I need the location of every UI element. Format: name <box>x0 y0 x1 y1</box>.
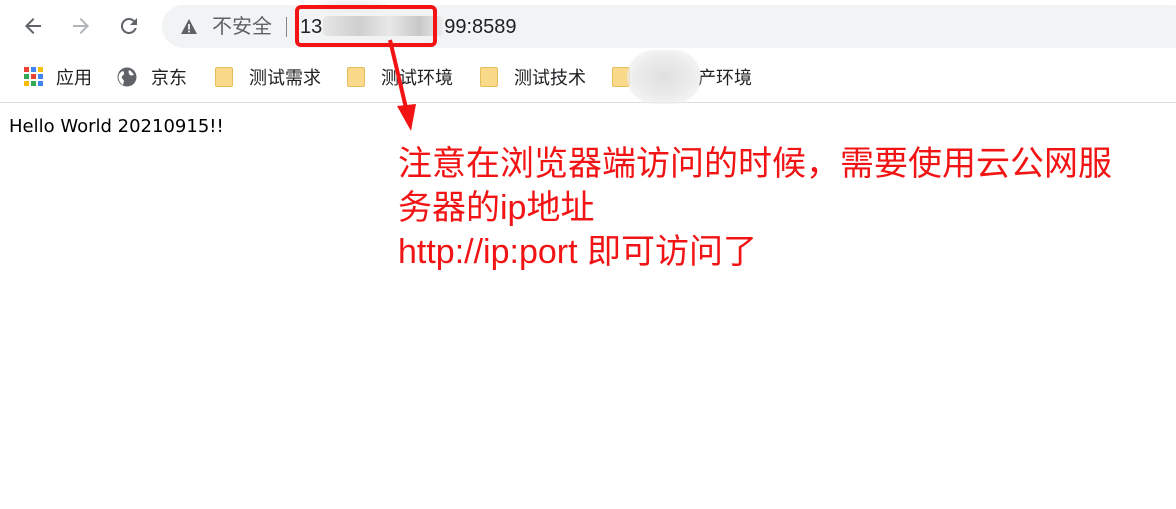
page-content-text: Hello World 20210915!! <box>9 116 224 137</box>
arrow-left-icon <box>25 18 41 34</box>
warning-icon <box>181 19 197 34</box>
url-suffix: 99:8589 <box>444 16 517 38</box>
bookmark-label: 京东 <box>151 68 187 88</box>
folder-icon <box>215 67 233 87</box>
back-button[interactable] <box>16 9 50 43</box>
redaction-blur <box>627 50 701 104</box>
bookmark-label: 测试环境 <box>381 68 453 88</box>
bookmark-test-environment[interactable]: 测试环境 <box>347 64 453 90</box>
bookmark-jd[interactable]: 京东 <box>117 64 187 90</box>
bookmark-label: 测试技术 <box>514 68 586 88</box>
bookmarks-bar: 应用 京东 测试需求 测试环境 测试技术 产环境 <box>0 54 1176 103</box>
annotation-line-3: http://ip:port 即可访问了 <box>398 233 757 271</box>
omnibox-separator <box>286 17 287 37</box>
reload-button[interactable] <box>112 9 146 43</box>
bookmark-label: 应用 <box>56 68 92 88</box>
browser-toolbar: 不安全 13 99:8589 <box>0 0 1176 54</box>
apps-grid-icon <box>24 67 44 87</box>
annotation-line-2: 务器的ip地址 <box>398 189 595 227</box>
annotation-callout: 注意在浏览器端访问的时候，需要使用云公网服 务器的ip地址 http://ip:… <box>398 142 1176 274</box>
url-highlight-box <box>295 5 437 47</box>
folder-icon <box>347 67 365 87</box>
bookmark-apps[interactable]: 应用 <box>24 64 92 90</box>
forward-button[interactable] <box>64 9 98 43</box>
reload-icon <box>120 17 137 34</box>
security-status-label[interactable]: 不安全 <box>212 14 272 40</box>
arrow-right-icon <box>73 18 89 34</box>
bookmark-label: 测试需求 <box>249 68 321 88</box>
bookmark-test-technology[interactable]: 测试技术 <box>480 64 586 90</box>
globe-icon <box>117 67 137 87</box>
bookmark-label: 产环境 <box>698 68 752 88</box>
folder-icon <box>480 67 498 87</box>
bookmark-test-requirements[interactable]: 测试需求 <box>215 64 321 90</box>
annotation-line-1: 注意在浏览器端访问的时候，需要使用云公网服 <box>398 145 1112 183</box>
